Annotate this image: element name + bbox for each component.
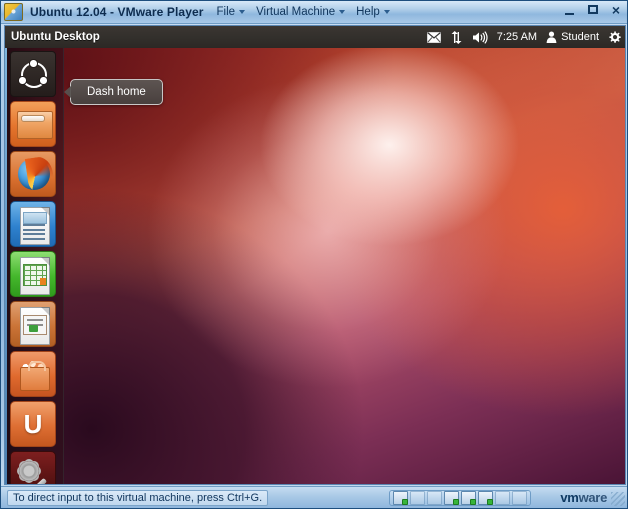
display-device[interactable] [512,491,527,505]
minimize-button[interactable] [563,3,577,18]
menubar: File Virtual Machine Help [216,5,391,19]
hard-disk-device[interactable] [393,491,408,505]
vmware-player-icon [4,3,23,21]
clock-indicator[interactable]: 7:25 AM [497,31,537,43]
resize-grip[interactable] [611,492,625,506]
menu-virtual-machine[interactable]: Virtual Machine [255,5,346,19]
sound-device[interactable] [495,491,510,505]
firefox-launcher[interactable] [10,151,56,197]
unity-launcher[interactable]: U [5,48,64,484]
ubuntu-top-panel: Ubuntu Desktop 7:25 AM Student [5,26,625,48]
volume-speaker-icon [472,30,488,44]
window-titlebar: Ubuntu 12.04 - VMware Player File Virtua… [1,1,627,24]
menu-file-label: File [216,6,236,18]
vm-guest-screen[interactable]: Ubuntu Desktop 7:25 AM Student U Dash ho… [4,25,626,485]
files-launcher[interactable] [10,101,56,147]
network-arrows-icon [451,30,462,44]
libreoffice-writer-launcher[interactable] [10,201,56,247]
gear-icon [609,30,621,43]
user-person-icon [546,31,557,43]
ubuntu-logo-icon [18,59,48,88]
spreadsheet-icon [23,264,47,286]
software-center-launcher[interactable] [10,351,56,397]
clock-label: 7:25 AM [496,31,538,43]
vmware-player-window: Ubuntu 12.04 - VMware Player File Virtua… [0,0,628,509]
usb-device[interactable] [478,491,493,505]
restore-button[interactable] [586,3,600,18]
close-button[interactable]: × [609,3,623,18]
session-indicator[interactable] [608,30,621,44]
cd-dvd-device[interactable] [410,491,425,505]
folder-icon [17,111,53,139]
network-indicator[interactable] [450,30,463,44]
floppy-device[interactable] [427,491,442,505]
messaging-indicator[interactable] [426,31,441,43]
window-title: Ubuntu 12.04 - VMware Player [30,5,204,19]
volume-indicator[interactable] [472,30,488,44]
panel-indicators: 7:25 AM Student [426,26,621,48]
menu-help[interactable]: Help [355,5,391,19]
document-lines-icon [23,224,45,242]
gear-wrench-icon [19,461,39,481]
user-name-label: Student [561,31,599,43]
menu-file[interactable]: File [216,5,247,19]
firefox-flame-icon [24,155,55,193]
launcher-tooltip-label: Dash home [87,86,146,98]
system-settings-launcher[interactable] [10,451,56,484]
menu-virtual-machine-label: Virtual Machine [256,6,336,18]
presentation-icon [23,315,47,335]
libreoffice-impress-launcher[interactable] [10,301,56,347]
chevron-down-icon [339,10,346,14]
status-message: To direct input to this virtual machine,… [7,489,269,506]
vmware-brand-logo: vmware [560,490,607,505]
panel-app-title: Ubuntu Desktop [11,31,100,43]
launcher-icon-list: U [10,51,60,484]
ubuntu-one-u-icon: U [23,408,43,439]
printer-device[interactable] [461,491,476,505]
menu-help-label: Help [356,6,380,18]
dash-home-button[interactable] [10,51,56,97]
chevron-down-icon [383,10,390,14]
window-controls: × [563,3,623,18]
vmware-statusbar: To direct input to this virtual machine,… [1,486,627,508]
network-adapter-device[interactable] [444,491,459,505]
document-image-icon [23,212,47,224]
device-tray [389,490,531,506]
user-menu-indicator[interactable]: Student [546,31,599,43]
vmware-brand-prefix: vm [560,490,579,505]
shopping-bag-icon [20,361,50,391]
ubuntu-one-launcher[interactable]: U [10,401,56,447]
libreoffice-calc-launcher[interactable] [10,251,56,297]
envelope-icon [426,31,441,43]
launcher-tooltip: Dash home [62,79,163,105]
vmware-brand-suffix: ware [578,490,608,505]
chevron-down-icon [239,10,246,14]
